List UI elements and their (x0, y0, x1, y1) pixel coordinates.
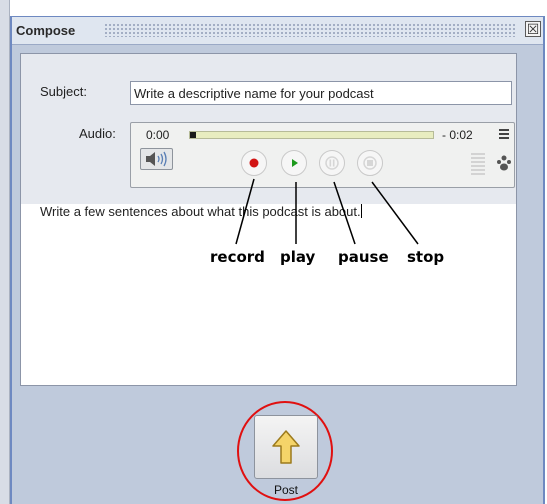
stop-button[interactable] (357, 150, 383, 176)
title-bar[interactable]: Compose ☒ (12, 17, 543, 45)
annotation-pause: pause (338, 248, 389, 266)
post-label: Post (273, 483, 298, 497)
menu-icon[interactable] (499, 129, 509, 139)
post-button[interactable] (254, 415, 318, 479)
description-textarea[interactable]: Write a few sentences about what this po… (40, 204, 362, 219)
upload-arrow-icon (272, 430, 300, 464)
stop-icon (363, 156, 377, 170)
subject-label: Subject: (40, 84, 87, 99)
record-button[interactable] (241, 150, 267, 176)
close-icon[interactable]: ☒ (525, 21, 541, 37)
pause-icon (325, 156, 339, 170)
current-time: 0:00 (146, 128, 170, 142)
description-text: Write a few sentences about what this po… (40, 204, 361, 219)
background-window-edge (0, 0, 10, 504)
user-icon[interactable] (495, 153, 513, 173)
level-meter-icon (471, 153, 485, 175)
annotation-record: record (210, 248, 265, 266)
record-icon (249, 158, 259, 168)
play-icon (292, 159, 298, 167)
audio-label: Audio: (79, 126, 116, 141)
title-bar-grip (104, 23, 515, 37)
progress-thumb[interactable] (190, 132, 196, 138)
post-control: Post (254, 415, 320, 499)
audio-player: 0:00 - 0:02 (130, 122, 515, 188)
subject-input[interactable] (130, 81, 512, 105)
dialog-title: Compose (16, 23, 82, 38)
annotation-play: play (280, 248, 316, 266)
pause-button[interactable] (319, 150, 345, 176)
text-caret (360, 204, 362, 218)
annotation-stop: stop (407, 248, 445, 266)
screenshot-frame: Compose ☒ Subject: Audio: 0:00 - 0:02 (0, 0, 547, 504)
play-button[interactable] (281, 150, 307, 176)
volume-button[interactable] (140, 148, 173, 170)
speaker-icon (146, 151, 167, 167)
remaining-time: - 0:02 (442, 128, 473, 142)
progress-track[interactable] (189, 131, 434, 139)
